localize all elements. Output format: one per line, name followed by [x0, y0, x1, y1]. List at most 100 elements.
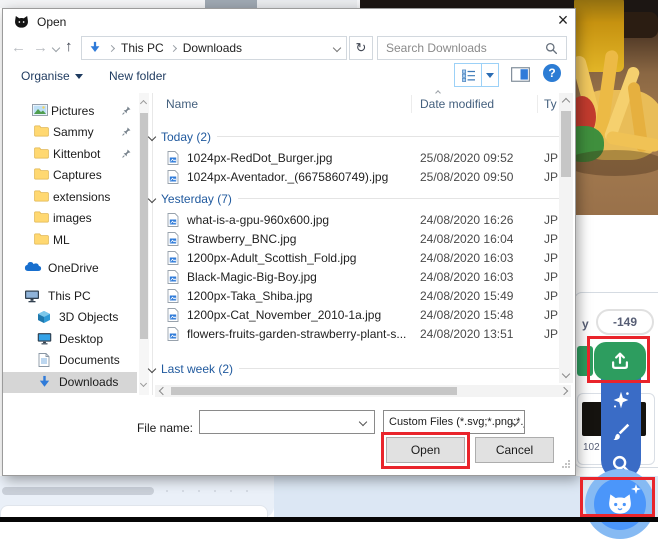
sidebar-item-kittenbot[interactable]: Kittenbot: [3, 144, 137, 165]
desktop-icon: [37, 332, 52, 345]
file-name-combo[interactable]: [199, 410, 375, 434]
forward-arrow-icon[interactable]: →: [33, 39, 48, 56]
view-mode-button[interactable]: [454, 63, 482, 87]
file-row[interactable]: Black-Magic-Big-Boy.jpg 24/08/2020 16:03…: [155, 268, 571, 287]
sidebar-label: Kittenbot: [53, 147, 100, 162]
view-mode-dropdown[interactable]: [481, 63, 499, 87]
file-date: 24/08/2020 16:03: [420, 270, 530, 284]
search-icon[interactable]: [545, 42, 558, 55]
sidebar-item-3d-objects[interactable]: 3D Objects: [3, 307, 137, 328]
column-header-type[interactable]: Ty: [544, 97, 557, 111]
file-row[interactable]: 1200px-Taka_Shiba.jpg 24/08/2020 15:49 J…: [155, 287, 571, 306]
new-folder-button[interactable]: New folder: [109, 69, 166, 83]
file-date: 24/08/2020 16:03: [420, 251, 530, 265]
sidebar-item-pictures[interactable]: Pictures: [3, 101, 137, 122]
sidebar-item-documents[interactable]: Documents: [3, 350, 137, 371]
search-box[interactable]: Search Downloads: [377, 36, 567, 60]
screen: { "background": { "stage_panel": { "y_la…: [0, 0, 658, 522]
onedrive-cloud-icon: [24, 261, 42, 272]
workspace-dots: [166, 490, 256, 492]
close-icon[interactable]: ×: [549, 9, 577, 33]
file-row[interactable]: 1200px-Adult_Scottish_Fold.jpg 24/08/202…: [155, 249, 571, 268]
group-header-yesterday[interactable]: Yesterday (7): [147, 189, 567, 208]
column-separator[interactable]: [537, 95, 538, 113]
group-label: Today (2): [161, 130, 211, 144]
pictures-icon: [32, 104, 48, 116]
file-name: 1024px-RedDot_Burger.jpg: [187, 151, 332, 165]
file-name: 1200px-Cat_November_2010-1a.jpg: [187, 308, 381, 322]
file-row[interactable]: what-is-a-gpu-960x600.jpg 24/08/2020 16:…: [155, 211, 571, 230]
bottom-black-bar: [0, 517, 658, 522]
sidebar-item-images[interactable]: images: [3, 208, 137, 229]
group-chevron-icon[interactable]: [148, 132, 156, 140]
cancel-button-label: Cancel: [496, 443, 533, 457]
address-bar[interactable]: This PC Downloads: [81, 36, 347, 60]
list-h-scrollbar-thumb[interactable]: [171, 387, 457, 395]
column-header-date-modified[interactable]: Date modified: [420, 97, 494, 111]
file-type-value: Custom Files (*.svg;*.png;*.jpg;: [389, 416, 525, 428]
sidebar-label: Sammy: [53, 125, 94, 140]
file-name-dropdown-icon[interactable]: [359, 418, 367, 426]
sidebar-item-ml[interactable]: ML: [3, 230, 137, 251]
refresh-icon: ↻: [356, 40, 367, 56]
breadcrumb-downloads[interactable]: Downloads: [183, 41, 242, 55]
file-row[interactable]: 1024px-Aventador._(6675860749).jpg 25/08…: [155, 168, 571, 187]
folder-icon: [34, 233, 49, 245]
sidebar-label: Pictures: [51, 104, 94, 119]
list-scrollbar-thumb[interactable]: [561, 111, 571, 177]
sidebar-item-sammy[interactable]: Sammy: [3, 122, 137, 143]
sidebar-item-downloads[interactable]: Downloads: [3, 372, 137, 393]
sidebar-scrollbar-thumb[interactable]: [140, 113, 148, 339]
thumbnail-caption: 102: [583, 442, 600, 453]
help-button[interactable]: ?: [543, 64, 561, 82]
column-header-name[interactable]: Name: [166, 97, 198, 111]
group-header-today[interactable]: Today (2): [147, 127, 567, 146]
file-row[interactable]: flowers-fruits-garden-strawberry-plant-s…: [155, 325, 571, 344]
group-chevron-icon[interactable]: [148, 364, 156, 372]
file-type-combo[interactable]: Custom Files (*.svg;*.png;*.jpg;: [383, 410, 525, 434]
y-coordinate-input[interactable]: -149: [596, 309, 654, 335]
file-name-input[interactable]: [202, 413, 354, 431]
sidebar-label: OneDrive: [48, 261, 99, 276]
breadcrumb-this-pc[interactable]: This PC: [121, 41, 164, 55]
folder-icon: [34, 147, 49, 159]
sparkle-icon[interactable]: [610, 389, 632, 411]
image-file-icon: [167, 213, 179, 227]
sidebar-label: This PC: [48, 289, 91, 304]
folder-icon: [34, 211, 49, 223]
sidebar-item-this-pc[interactable]: This PC: [3, 286, 137, 307]
image-file-icon: [167, 170, 179, 184]
sidebar-item-extensions[interactable]: extensions: [3, 187, 137, 208]
file-row[interactable]: 1200px-Cat_November_2010-1a.jpg 24/08/20…: [155, 306, 571, 325]
breadcrumb-separator-icon: [108, 44, 115, 51]
resize-grip[interactable]: [561, 459, 571, 469]
pin-icon: [122, 106, 131, 115]
column-separator[interactable]: [411, 95, 412, 113]
sidebar-item-onedrive[interactable]: OneDrive: [3, 258, 137, 279]
folder-icon: [34, 168, 49, 180]
preview-pane-icon[interactable]: [511, 67, 530, 82]
sidebar-item-captures[interactable]: Captures: [3, 165, 137, 186]
refresh-button[interactable]: ↻: [349, 36, 373, 60]
group-header-last-week[interactable]: Last week (2): [147, 359, 567, 378]
address-dropdown-chevron-icon[interactable]: [333, 44, 341, 52]
recent-locations-chevron-icon[interactable]: [52, 44, 60, 52]
pin-icon: [122, 149, 131, 158]
group-rule: [238, 198, 563, 199]
sidebar-label: ML: [53, 233, 70, 248]
horizontal-scrollbar-pill[interactable]: [2, 487, 154, 495]
sidebar-label: images: [53, 211, 92, 226]
organise-button[interactable]: Organise: [21, 69, 83, 83]
file-row[interactable]: Strawberry_BNC.jpg 24/08/2020 16:04 JP: [155, 230, 571, 249]
group-chevron-icon[interactable]: [148, 194, 156, 202]
file-row[interactable]: 1024px-RedDot_Burger.jpg 25/08/2020 09:5…: [155, 149, 571, 168]
group-rule: [239, 368, 563, 369]
back-arrow-icon[interactable]: ←: [11, 39, 26, 56]
cancel-button[interactable]: Cancel: [475, 437, 554, 463]
details-view-icon: [461, 69, 476, 82]
sidebar-item-desktop[interactable]: Desktop: [3, 329, 137, 350]
sidebar-label: extensions: [53, 190, 110, 205]
up-arrow-icon[interactable]: ↑: [65, 38, 73, 55]
brush-icon[interactable]: [610, 421, 632, 443]
sidebar-label: 3D Objects: [59, 310, 118, 325]
